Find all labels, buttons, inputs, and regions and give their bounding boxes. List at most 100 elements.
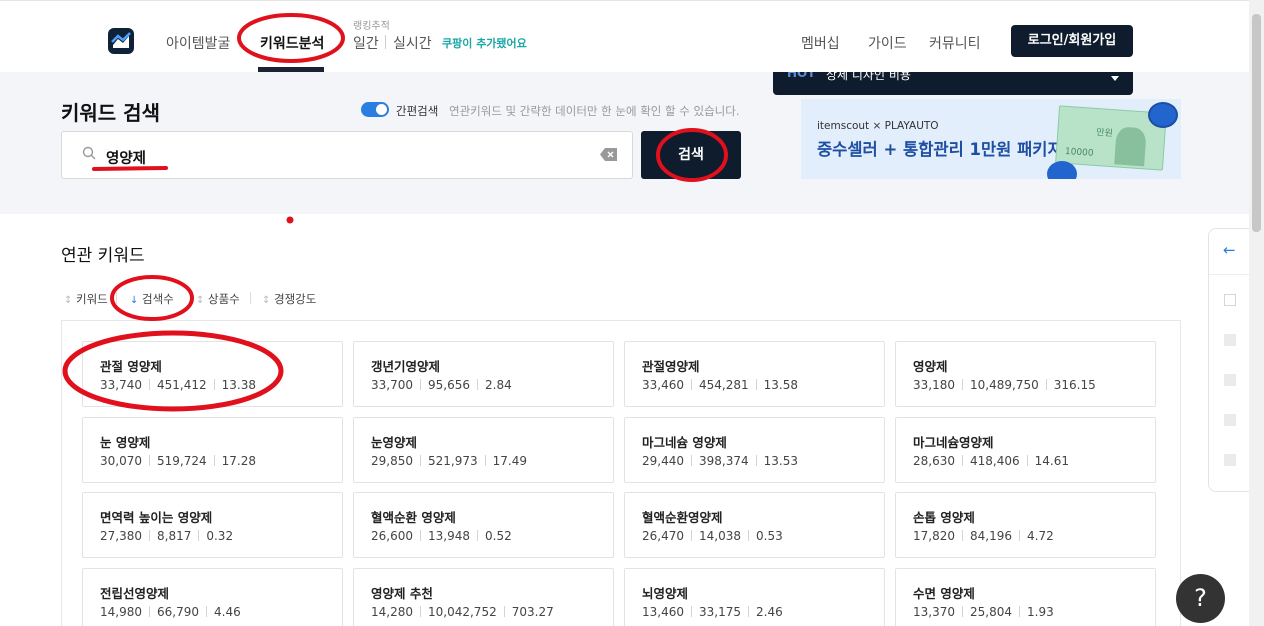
product-count: 8,817: [157, 529, 192, 543]
product-count: 451,412: [157, 378, 207, 392]
stat-divider: [962, 379, 963, 390]
product-count: 84,196: [970, 529, 1012, 543]
competition-score: 13.53: [763, 454, 798, 468]
keyword-card[interactable]: 혈액순환 영양제 26,600 13,948 0.52: [353, 492, 614, 558]
keyword-name: 눈영양제: [371, 435, 418, 450]
sort-label: 검색수: [142, 292, 174, 306]
clear-icon[interactable]: [600, 148, 617, 161]
search-count: 33,460: [642, 378, 684, 392]
nav-item-community[interactable]: 커뮤니티: [929, 33, 981, 53]
related-keywords-title: 연관 키워드: [61, 246, 145, 266]
nav-divider: [385, 35, 386, 49]
product-count: 398,374: [699, 454, 749, 468]
stat-divider: [477, 379, 478, 390]
help-button[interactable]: ?: [1176, 574, 1225, 623]
search-button[interactable]: 검색: [641, 131, 741, 179]
nav-item-keyword-analysis[interactable]: 키워드분석: [260, 33, 324, 53]
competition-score: 316.15: [1053, 378, 1096, 392]
scrollbar-thumb[interactable]: [1252, 14, 1261, 232]
side-checkbox[interactable]: [1224, 294, 1236, 306]
competition-score: 0.52: [485, 529, 512, 543]
keyword-name: 영양제 추천: [371, 586, 433, 601]
product-count: 14,038: [699, 529, 741, 543]
keyword-card[interactable]: 뇌영양제 13,460 33,175 2.46: [624, 568, 885, 626]
search-icon: [82, 146, 96, 160]
login-button[interactable]: 로그인/회원가입: [1011, 25, 1133, 57]
banknote-portrait: [1114, 126, 1147, 167]
keyword-card[interactable]: 영양제 33,180 10,489,750 316.15: [895, 341, 1156, 407]
keyword-name: 갱년기영양제: [371, 359, 441, 374]
stat-divider: [691, 530, 692, 541]
keyword-name: 혈액순환영양제: [642, 510, 723, 525]
keyword-card[interactable]: 전립선영양제 14,980 66,790 4.46: [82, 568, 343, 626]
arrow-left-icon[interactable]: ←: [1223, 241, 1236, 259]
sort-competition[interactable]: ↕ 경쟁강도: [262, 291, 316, 307]
keyword-card[interactable]: 눈영양제 29,850 521,973 17.49: [353, 417, 614, 483]
keyword-card[interactable]: 혈액순환영양제 26,470 14,038 0.53: [624, 492, 885, 558]
competition-score: 0.53: [756, 529, 783, 543]
search-count: 13,370: [913, 605, 955, 619]
sort-products[interactable]: ↕ 상품수: [196, 291, 240, 307]
stat-divider: [1019, 530, 1020, 541]
itemscout-logo[interactable]: [108, 28, 134, 54]
product-count: 95,656: [428, 378, 470, 392]
logo-mark-icon: [111, 32, 131, 48]
nav-item-discovery[interactable]: 아이템발굴: [166, 33, 230, 53]
side-divider: [1209, 274, 1253, 275]
side-checkbox[interactable]: [1224, 334, 1236, 346]
product-count: 519,724: [157, 454, 207, 468]
stat-divider: [484, 455, 486, 466]
competition-score: 17.28: [221, 454, 256, 468]
caret-down-icon: [1111, 76, 1119, 81]
search-count: 30,070: [100, 454, 142, 468]
keyword-name: 혈액순환 영양제: [371, 510, 456, 525]
keyword-stats: 33,700 95,656 2.84: [371, 378, 512, 392]
banknote-amount: 만원: [1095, 127, 1114, 140]
side-checkbox[interactable]: [1224, 454, 1236, 466]
nav-item-realtime[interactable]: 실시간: [393, 33, 432, 53]
annotation-dot: [286, 216, 294, 224]
keyword-card[interactable]: 관절영양제 33,460 454,281 13.58: [624, 341, 885, 407]
promo-banner[interactable]: itemscout × PLAYAUTO 중수셀러 + 통합관리 1만원 패키지…: [801, 99, 1181, 179]
stat-divider: [420, 379, 421, 390]
sort-keyword[interactable]: ↕ 키워드: [64, 291, 108, 307]
competition-score: 4.72: [1027, 529, 1054, 543]
stat-divider: [420, 455, 421, 466]
keyword-stats: 29,850 521,973 17.49: [371, 454, 527, 468]
competition-score: 2.46: [756, 605, 783, 619]
product-count: 10,489,750: [970, 378, 1039, 392]
scrollbar[interactable]: [1249, 0, 1264, 626]
competition-score: 703.27: [511, 605, 554, 619]
stat-divider: [691, 606, 692, 617]
nav-item-membership[interactable]: 멤버십: [801, 33, 840, 53]
competition-score: 13.38: [221, 378, 256, 392]
keyword-card[interactable]: 갱년기영양제 33,700 95,656 2.84: [353, 341, 614, 407]
side-checkbox[interactable]: [1224, 374, 1236, 386]
nav-item-guide[interactable]: 가이드: [868, 33, 907, 53]
hot-text: 상세 디자인 비용: [826, 72, 911, 82]
stat-divider: [755, 455, 757, 466]
hot-dropdown[interactable]: HOT 상세 디자인 비용: [773, 72, 1133, 95]
simple-search-toggle[interactable]: [361, 102, 389, 117]
keyword-stats: 14,980 66,790 4.46: [100, 605, 241, 619]
keyword-card[interactable]: 면역력 높이는 영양제 27,380 8,817 0.32: [82, 492, 343, 558]
keyword-stats: 30,070 519,724 17.28: [100, 454, 256, 468]
keyword-card[interactable]: 마그네슘영양제 28,630 418,406 14.61: [895, 417, 1156, 483]
keyword-stats: 33,180 10,489,750 316.15: [913, 378, 1096, 392]
search-count: 33,700: [371, 378, 413, 392]
keyword-card[interactable]: 눈 영양제 30,070 519,724 17.28: [82, 417, 343, 483]
keyword-stats: 17,820 84,196 4.72: [913, 529, 1054, 543]
keyword-card[interactable]: 관절 영양제 33,740 451,412 13.38: [82, 341, 343, 407]
keyword-card[interactable]: 영양제 추천 14,280 10,042,752 703.27: [353, 568, 614, 626]
search-input[interactable]: 영양제: [61, 131, 633, 179]
side-checkbox[interactable]: [1224, 414, 1236, 426]
stat-divider: [962, 606, 963, 617]
sort-searches[interactable]: ↓ 검색수: [130, 291, 174, 307]
keyword-card[interactable]: 손톱 영양제 17,820 84,196 4.72: [895, 492, 1156, 558]
nav-item-daily[interactable]: 일간: [353, 33, 379, 53]
keyword-name: 눈 영양제: [100, 435, 151, 450]
keyword-card[interactable]: 마그네슘 영양제 29,440 398,374 13.53: [624, 417, 885, 483]
keyword-stats: 14,280 10,042,752 703.27: [371, 605, 554, 619]
keyword-card[interactable]: 수면 영양제 13,370 25,804 1.93: [895, 568, 1156, 626]
stat-divider: [1026, 455, 1028, 466]
